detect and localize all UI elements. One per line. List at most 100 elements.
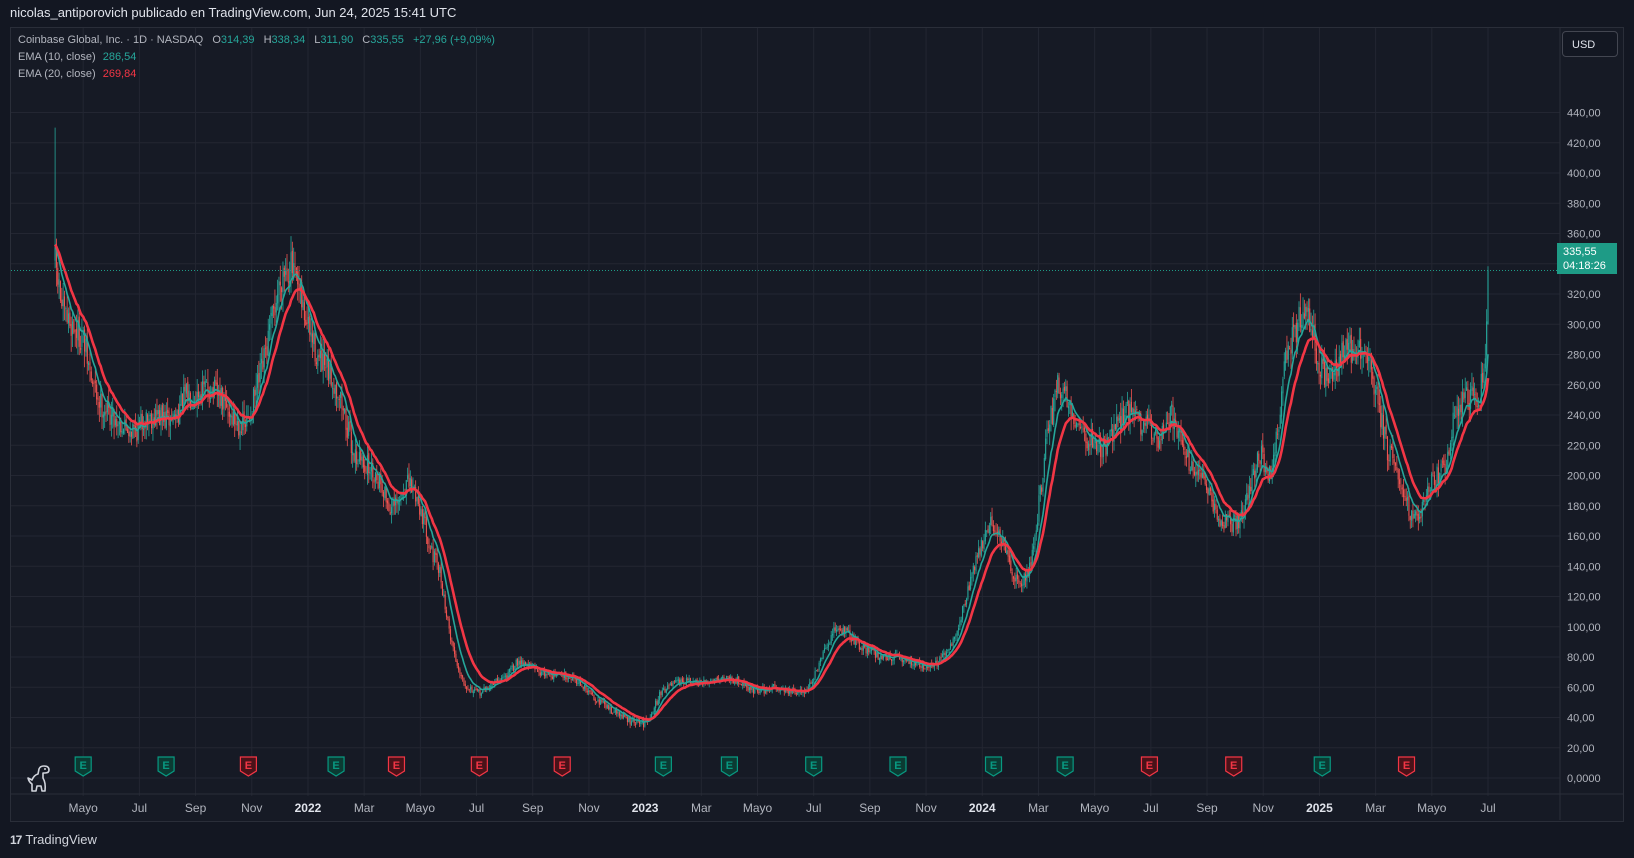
candle xyxy=(1141,429,1143,442)
candle-body xyxy=(329,362,331,379)
candle-body xyxy=(349,421,351,430)
candle-body xyxy=(230,414,232,418)
candle xyxy=(628,716,630,723)
candle-body xyxy=(1176,427,1178,438)
candle xyxy=(664,686,666,693)
candle xyxy=(826,643,828,650)
candle-body xyxy=(361,456,363,462)
candle xyxy=(1015,567,1017,589)
candle-body xyxy=(569,678,571,679)
candle xyxy=(920,665,922,672)
candle-body xyxy=(970,577,972,590)
candle xyxy=(1327,373,1330,389)
candle-body xyxy=(822,651,824,659)
candle-body xyxy=(236,421,238,426)
candle xyxy=(1208,481,1210,496)
dinosaur-icon[interactable] xyxy=(26,765,52,793)
candle-body xyxy=(681,678,683,682)
candle-body xyxy=(1188,449,1190,471)
candle-body xyxy=(1373,377,1375,395)
candle-body xyxy=(988,525,990,534)
candle-body xyxy=(1223,525,1225,530)
candle-body xyxy=(865,647,867,654)
candle xyxy=(515,658,517,670)
candle xyxy=(77,309,79,355)
candle xyxy=(685,674,687,686)
candle xyxy=(1010,553,1012,574)
candle xyxy=(1404,488,1406,501)
candle xyxy=(1289,345,1291,350)
candle-body xyxy=(818,662,820,670)
candle-body xyxy=(987,528,989,533)
candle xyxy=(275,295,277,324)
candle-body xyxy=(474,689,476,692)
earnings-event-icon: E xyxy=(984,756,1003,777)
candle xyxy=(69,305,71,329)
legend-row-ema20[interactable]: EMA (20, close) 269,84 xyxy=(18,68,136,80)
chart-grid xyxy=(11,28,1560,796)
candle xyxy=(1449,440,1452,460)
candle-body xyxy=(1222,521,1224,527)
price-chart[interactable]: 0,0000 20,00 40,00 60,00 80,00 100,00 120,00 14… xyxy=(0,0,1634,858)
candle-body xyxy=(456,661,458,666)
candle xyxy=(433,548,435,566)
earnings-event-icon: E xyxy=(889,756,907,777)
candle xyxy=(1302,297,1304,330)
candle-body xyxy=(260,358,263,364)
legend-row-ema10[interactable]: EMA (10, close) 286,54 xyxy=(18,51,136,63)
footer-brand[interactable]: 17 TradingView xyxy=(10,832,97,847)
candle-body xyxy=(440,566,442,583)
candle-body xyxy=(515,659,517,666)
symbol-info[interactable]: Coinbase Global, Inc. · 1D · NASDAQ xyxy=(18,34,203,46)
candle xyxy=(949,639,952,650)
candle-body xyxy=(1318,362,1320,374)
candle xyxy=(680,677,682,687)
candle xyxy=(1338,345,1340,382)
candle xyxy=(748,686,750,694)
candle-body xyxy=(310,332,312,337)
candle xyxy=(370,452,372,482)
candle xyxy=(471,685,473,693)
candle xyxy=(185,382,188,398)
candle-body xyxy=(451,640,453,643)
candle xyxy=(373,477,375,491)
candle-body xyxy=(1247,494,1249,500)
candle xyxy=(986,530,988,538)
candle-body xyxy=(618,712,620,716)
candle-body xyxy=(955,635,957,637)
candle-body xyxy=(675,680,677,683)
candle-body xyxy=(1125,404,1127,413)
candle-body xyxy=(458,665,460,670)
currency-button[interactable]: USD xyxy=(1562,31,1618,57)
candle-body xyxy=(928,666,930,668)
candle-body xyxy=(1067,406,1069,409)
candle-body xyxy=(285,270,287,275)
candle-body xyxy=(128,431,130,436)
candle-body xyxy=(959,621,961,628)
candle-body xyxy=(1429,490,1431,492)
candle-body xyxy=(846,628,848,631)
candle xyxy=(1349,326,1351,351)
candle-body xyxy=(334,384,336,394)
candle-body xyxy=(593,694,595,701)
candle xyxy=(821,657,823,662)
candle-body xyxy=(332,388,334,389)
candle-body xyxy=(228,411,230,417)
candle-body xyxy=(259,362,261,382)
candle-body xyxy=(116,419,118,427)
candle xyxy=(427,536,429,552)
earnings-event-icon: E xyxy=(470,756,488,777)
candle-body xyxy=(1348,342,1350,350)
candle xyxy=(348,415,350,439)
candle-body xyxy=(890,659,893,662)
candle-body xyxy=(979,548,981,555)
candle-body xyxy=(429,548,431,550)
candle xyxy=(80,335,82,354)
candle xyxy=(386,498,389,511)
candle xyxy=(659,689,661,704)
candle xyxy=(1482,362,1484,389)
candle-body xyxy=(605,703,607,708)
candle-body xyxy=(1187,449,1189,458)
candle xyxy=(407,467,409,482)
candle xyxy=(636,717,638,725)
